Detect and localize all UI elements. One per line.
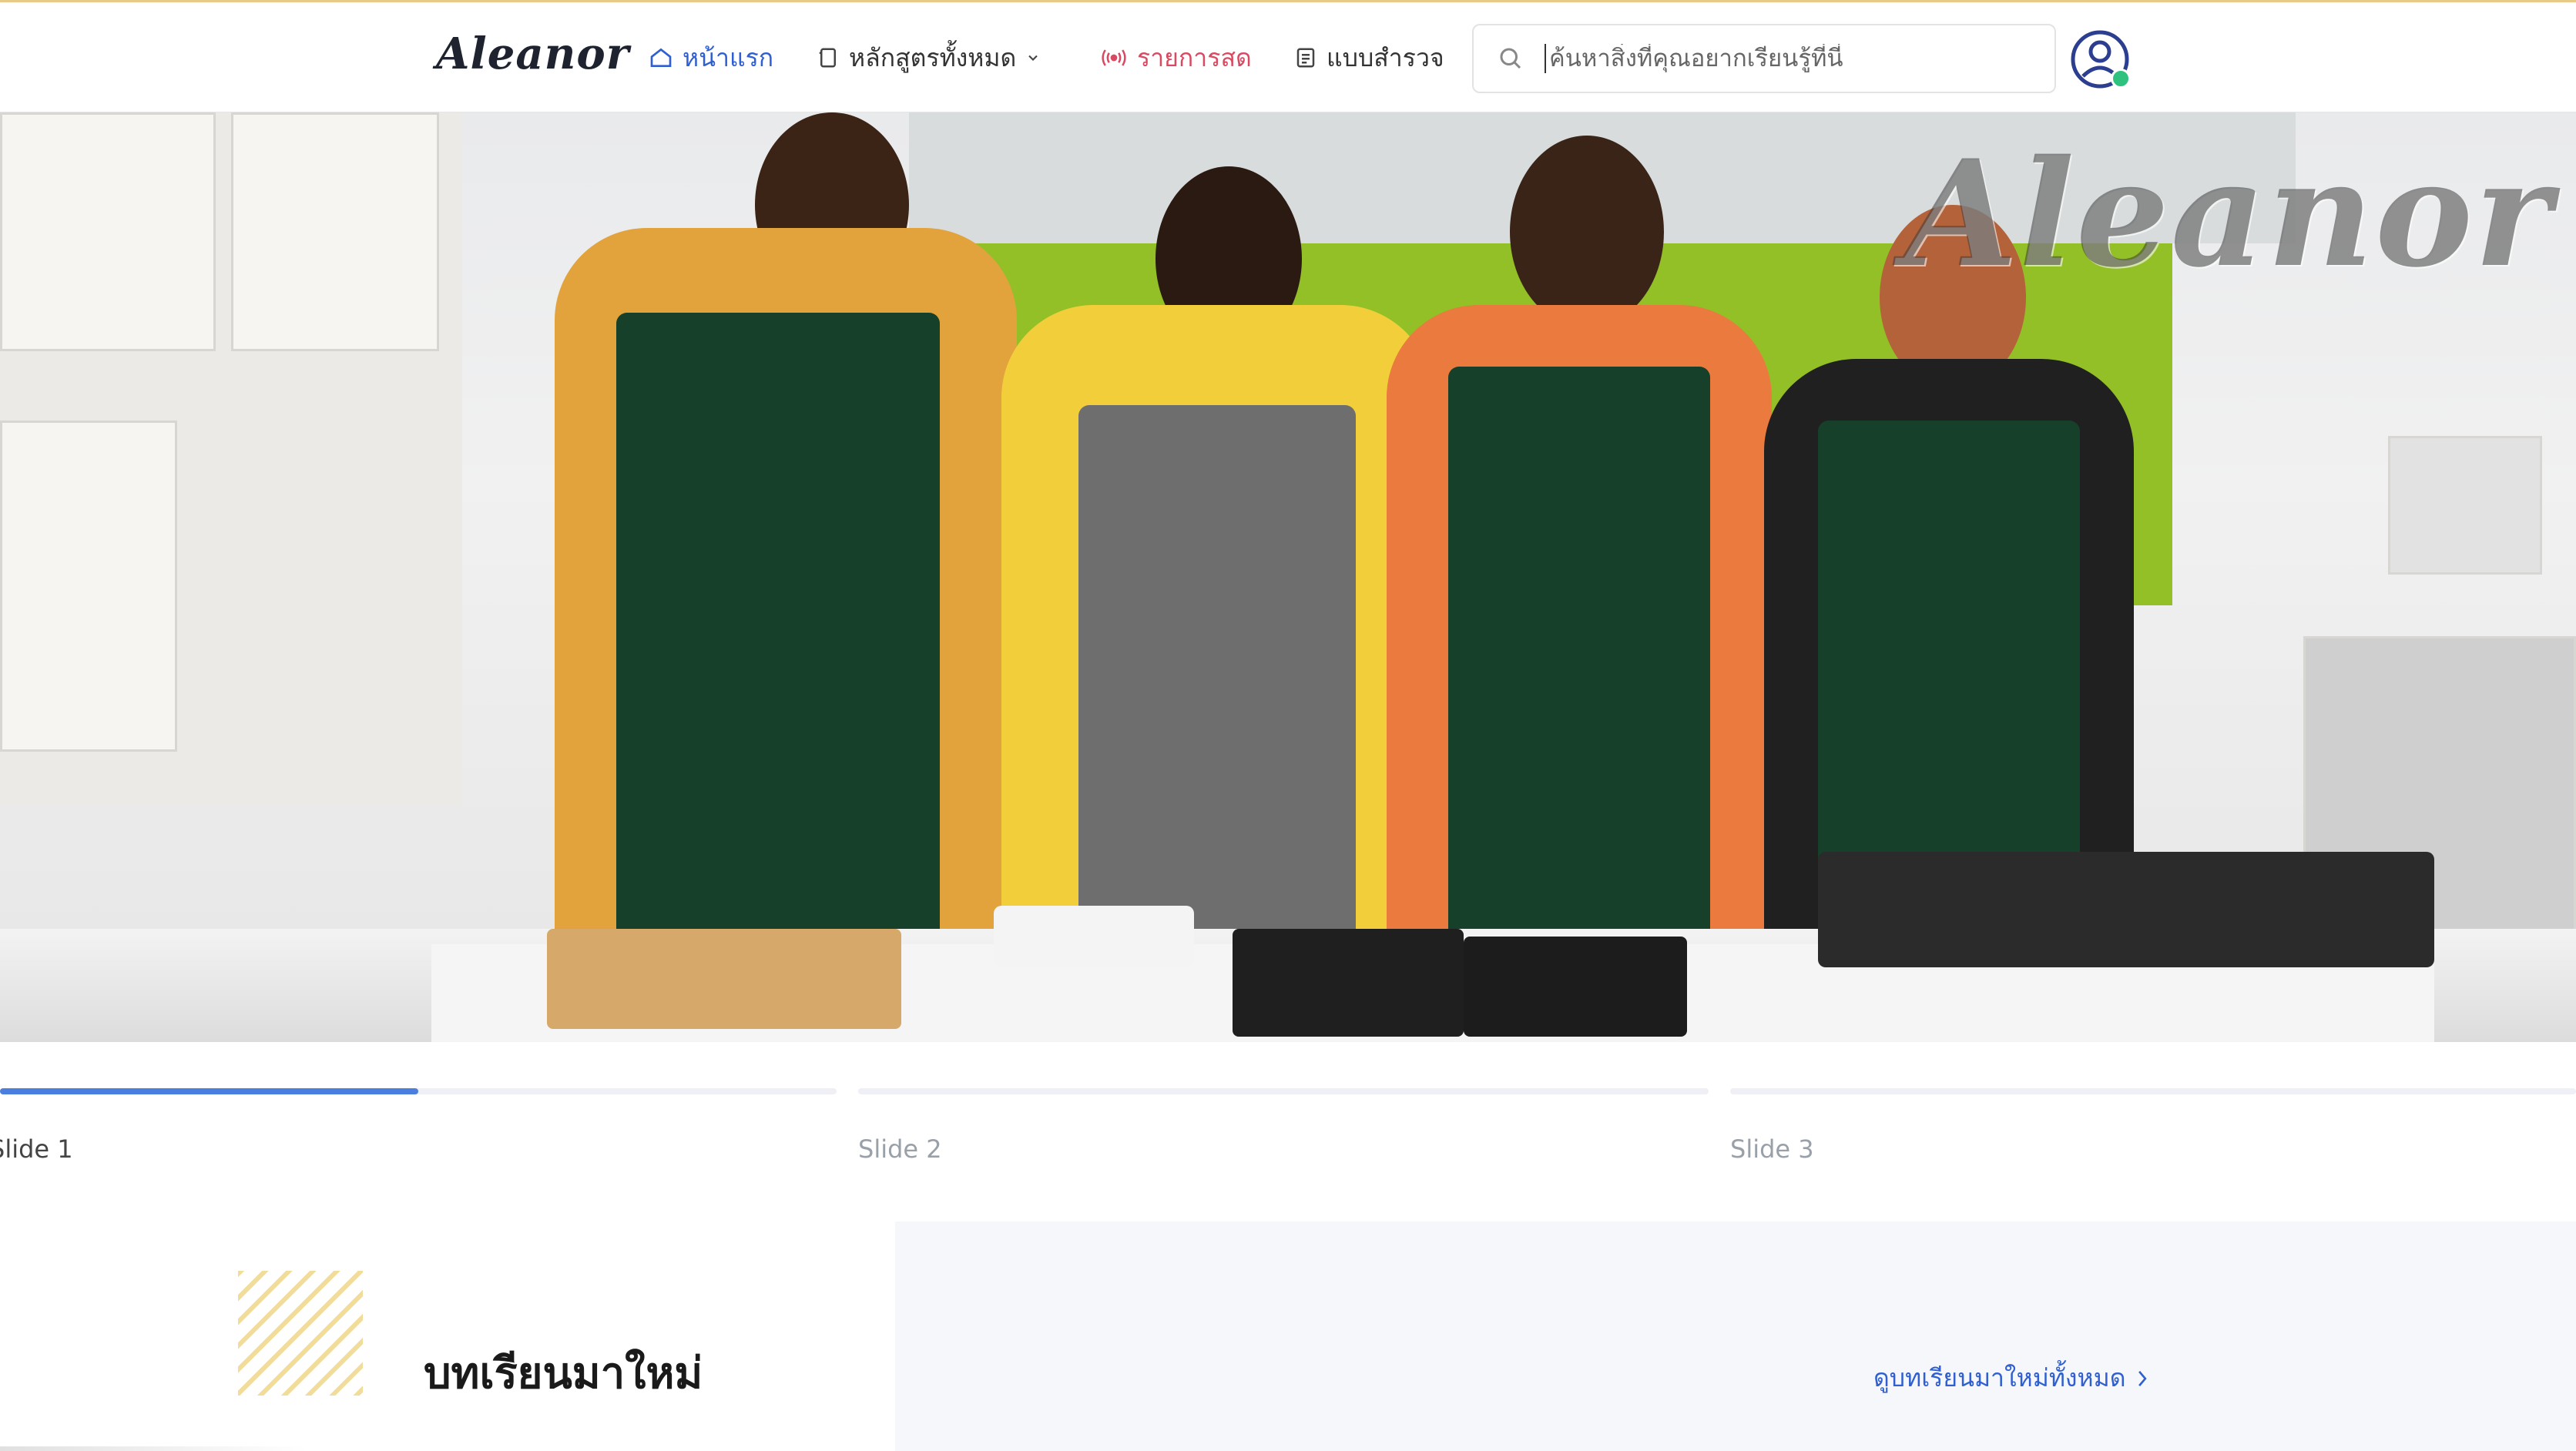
see-all-new-lessons-link[interactable]: ดูบทเรียนมาใหม่ทั้งหมด: [1873, 1359, 2149, 1398]
nav-live[interactable]: รายการสด: [1100, 38, 1252, 78]
hero-bg-cabinet: [0, 112, 216, 351]
hero-bg-cabinet: [0, 421, 177, 752]
chevron-down-icon: [1028, 55, 1038, 61]
hero-bg-microwave: [2388, 436, 2542, 575]
slide-progress-fill: [0, 1088, 418, 1094]
slide-progress-track: [858, 1088, 1709, 1094]
site-logo[interactable]: Aleanor: [436, 28, 629, 79]
broadcast-icon: [1102, 49, 1126, 66]
nav-home-label: หน้าแรก: [683, 42, 774, 72]
hero-cutting-board: [547, 929, 901, 1029]
nav-survey-label: แบบสำรวจ: [1327, 42, 1444, 72]
top-navigation-bar: Aleanor หน้าแรก หลักสูตรทั้งหมด รายการสด…: [0, 0, 2576, 112]
slide-label: Slide 2: [858, 1134, 942, 1164]
book-icon: [819, 48, 836, 68]
hero-banner[interactable]: Aleanor: [0, 112, 2576, 1042]
chevron-right-icon: [2138, 1370, 2147, 1386]
new-lessons-title: บทเรียนมาใหม่: [424, 1349, 703, 1399]
search-box: [1472, 24, 2056, 93]
hero-watermark-logo: Aleanor: [1903, 128, 2553, 300]
hero-stove: [1818, 852, 2434, 967]
home-icon: [650, 48, 672, 67]
slide-progress-track: [1730, 1088, 2576, 1094]
hero-person-1: [555, 112, 1017, 960]
search-input[interactable]: [1545, 44, 2013, 73]
nav-survey[interactable]: แบบสำรวจ: [1294, 38, 1444, 78]
user-avatar[interactable]: [2069, 28, 2131, 90]
nav-home[interactable]: หน้าแรก: [649, 38, 773, 78]
search-icon[interactable]: [1497, 45, 1524, 72]
new-lessons-panel: [895, 1221, 2576, 1451]
hero-plate-salmon: [994, 906, 1194, 967]
nav-all-courses[interactable]: หลักสูตรทั้งหมด: [817, 38, 1041, 78]
nav-live-label: รายการสด: [1137, 42, 1252, 72]
survey-icon: [1296, 48, 1315, 68]
slide-tab-1[interactable]: Slide 1: [0, 1088, 837, 1181]
hero-person-3: [1387, 136, 1772, 960]
slide-tab-2[interactable]: Slide 2: [858, 1088, 1709, 1181]
online-status-dot: [2111, 69, 2131, 89]
slide-label: Slide 1: [0, 1134, 73, 1164]
bottom-shadow: [0, 1446, 308, 1451]
slide-label: Slide 3: [1730, 1134, 1814, 1164]
hero-person-4: [1764, 205, 2134, 960]
hero-plate-carrot: [1464, 937, 1687, 1037]
hero-bg-cabinet: [231, 112, 439, 351]
decorative-stripes: [238, 1271, 363, 1396]
nav-courses-label: หลักสูตรทั้งหมด: [849, 42, 1017, 72]
slide-tab-3[interactable]: Slide 3: [1730, 1088, 2576, 1181]
hero-plate-cucumber: [1233, 929, 1464, 1037]
hero-person-2: [1001, 166, 1433, 960]
see-all-label: ดูบทเรียนมาใหม่ทั้งหมด: [1873, 1363, 2126, 1392]
slide-tabs: Slide 1 Slide 2 Slide 3: [0, 1042, 2576, 1196]
